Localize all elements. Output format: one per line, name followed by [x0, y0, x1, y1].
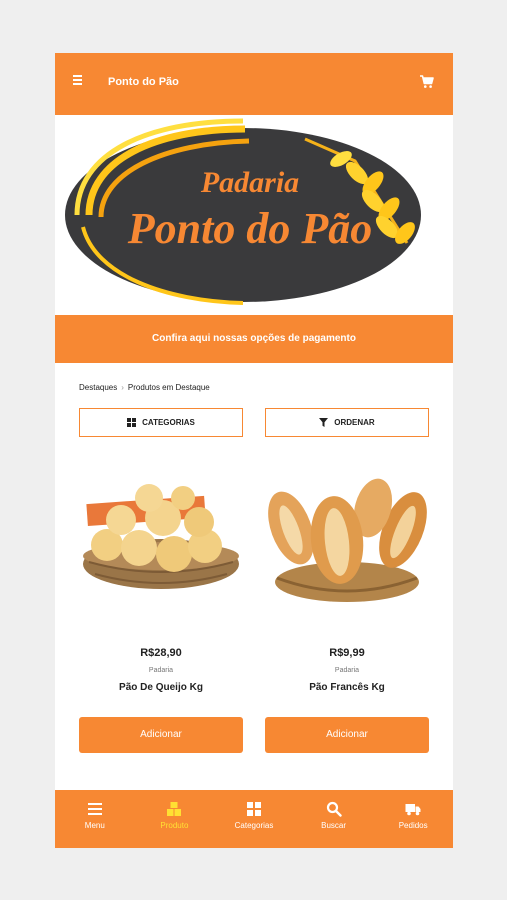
breadcrumb: Destaques › Produtos em Destaque [79, 383, 210, 392]
product-card: R$28,90 Padaria Pão De Queijo Kg Adicion… [79, 458, 243, 753]
menu-icon [87, 803, 102, 815]
nav-item-label: Categorias [234, 821, 274, 830]
categories-button[interactable]: CATEGORIAS [79, 408, 243, 437]
boxes-icon [167, 802, 182, 816]
product-price: R$9,99 [329, 647, 365, 659]
store-logo: Padaria Ponto do Pão [65, 118, 421, 305]
store-banner: Padaria Ponto do Pão [55, 115, 453, 315]
nav-item-pedidos[interactable]: Pedidos [373, 790, 453, 848]
nav-item-menu[interactable]: Menu [55, 790, 135, 848]
grid-icon [127, 418, 137, 427]
svg-text:Padaria: Padaria [200, 166, 299, 199]
product-category: Padaria [148, 667, 174, 674]
grid-icon [246, 802, 261, 816]
product-price: R$28,90 [140, 647, 182, 659]
add-to-cart-button[interactable]: Adicionar [79, 717, 243, 753]
app-title: Ponto do Pão [108, 76, 179, 88]
product-image-pao-de-queijo [83, 484, 239, 589]
nav-item-buscar[interactable]: Buscar [294, 790, 374, 848]
top-app-bar: Ponto do Pão [55, 53, 453, 115]
truck-icon [405, 804, 421, 816]
nav-item-label: Menu [84, 821, 105, 830]
order-button[interactable]: ORDENAR [265, 408, 429, 437]
order-button-label: ORDENAR [334, 418, 375, 427]
breadcrumb-item-destaques[interactable]: Destaques [79, 383, 117, 392]
product-image-pao-frances [268, 478, 427, 602]
filter-icon [319, 418, 329, 427]
product-category: Padaria [334, 667, 360, 674]
app-screen: Ponto do Pão Padaria Ponto do Pão Confir… [55, 53, 453, 848]
product-name[interactable]: Pão De Queijo Kg [79, 682, 243, 693]
svg-text:Ponto do Pão: Ponto do Pão [127, 204, 372, 253]
add-to-cart-button[interactable]: Adicionar [265, 717, 429, 753]
payment-options-banner[interactable]: Confira aqui nossas opções de pagamento [55, 315, 453, 363]
breadcrumb-separator-icon: › [121, 383, 124, 392]
cart-icon[interactable] [419, 74, 435, 90]
categories-button-label: CATEGORIAS [142, 418, 195, 427]
menu-icon[interactable] [73, 75, 87, 91]
nav-item-categorias[interactable]: Categorias [214, 790, 294, 848]
product-card: R$9,99 Padaria Pão Francês Kg Adicionar [265, 458, 429, 753]
bottom-navigation: Menu Produto Categorias Buscar Pedidos [55, 790, 453, 848]
nav-item-label: Buscar [321, 821, 347, 830]
nav-item-produto[interactable]: Produto [135, 790, 215, 848]
search-icon [326, 801, 342, 817]
nav-item-label: Pedidos [398, 821, 428, 830]
breadcrumb-item-current: Produtos em Destaque [127, 383, 210, 392]
nav-item-label: Produto [160, 821, 189, 830]
product-name[interactable]: Pão Francês Kg [265, 682, 429, 693]
